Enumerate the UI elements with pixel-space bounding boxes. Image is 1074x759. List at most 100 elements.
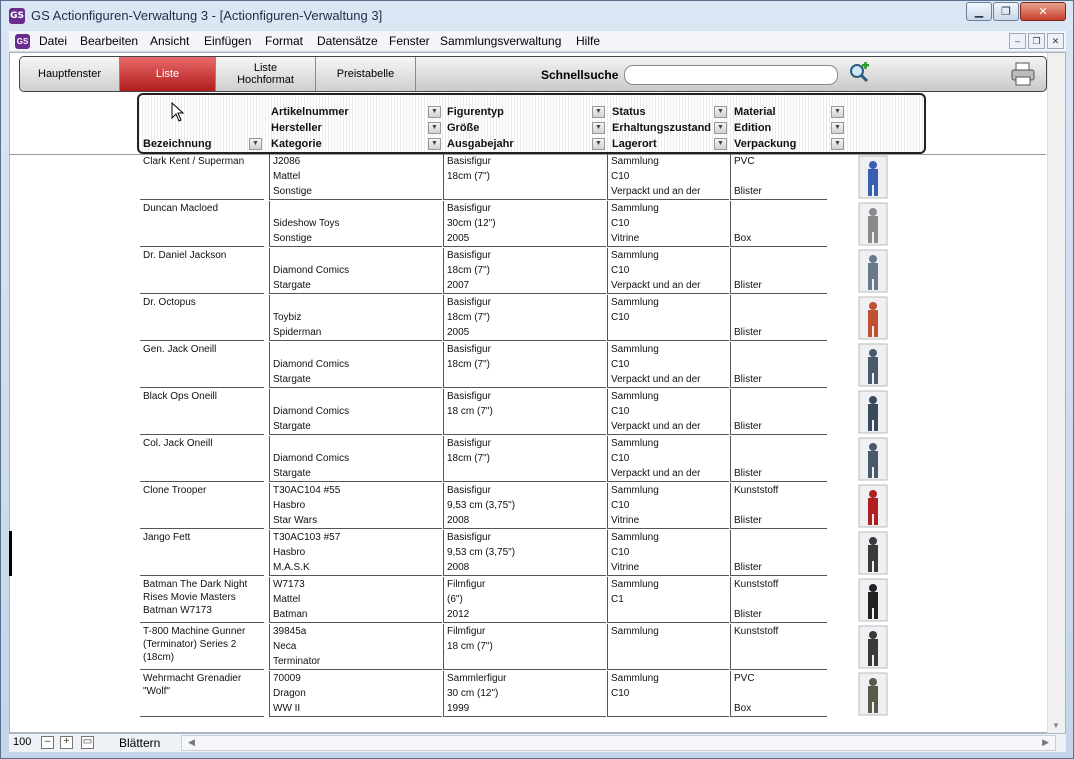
vertical-scrollbar[interactable]: ▼ (1047, 53, 1065, 734)
table-cell[interactable]: Blister (730, 248, 827, 294)
table-cell[interactable]: Basisfigur 9,53 cm (3,75") 2008 (443, 530, 606, 576)
liste-button[interactable]: Liste (120, 57, 216, 91)
quicksearch-input[interactable] (624, 65, 838, 85)
table-cell[interactable]: Kunststoff (730, 624, 827, 670)
table-cell[interactable]: 70009 Dragon WW II (269, 671, 442, 717)
menu-einfuegen[interactable]: Einfügen (204, 34, 251, 48)
sort-dropdown-icon[interactable]: ▼ (428, 138, 441, 150)
table-cell[interactable]: T30AC104 #55 Hasbro Star Wars (269, 483, 442, 529)
table-cell[interactable]: Blister (730, 295, 827, 341)
table-row[interactable]: Clark Kent / Superman J2086 Mattel Sonstige… (10, 154, 1046, 201)
table-cell[interactable]: W7173 Mattel Batman (269, 577, 442, 623)
menu-bearbeiten[interactable]: Bearbeiten (80, 34, 138, 48)
table-row[interactable]: Clone Trooper T30AC104 #55 Hasbro Star Wars… (10, 483, 1046, 530)
table-cell[interactable]: Clark Kent / Superman (140, 154, 264, 200)
table-cell[interactable]: Sammlung C10 Vitrine (607, 530, 729, 576)
figure-photo[interactable] (853, 343, 893, 387)
table-cell[interactable]: Blister (730, 436, 827, 482)
table-cell[interactable]: Black Ops Oneill (140, 389, 264, 435)
table-cell[interactable]: Clone Trooper (140, 483, 264, 529)
figure-photo[interactable] (853, 531, 893, 575)
horizontal-scrollbar[interactable]: ◀ ▶ (181, 735, 1056, 751)
table-cell[interactable]: Box (730, 201, 827, 247)
table-cell[interactable]: Batman The Dark Night Rises Movie Master… (140, 577, 264, 623)
table-cell[interactable]: Sammlung C10 (607, 295, 729, 341)
figure-photo[interactable] (853, 484, 893, 528)
sort-dropdown-icon[interactable]: ▼ (428, 106, 441, 118)
table-cell[interactable]: PVC Box (730, 671, 827, 717)
printer-icon[interactable] (1010, 61, 1036, 87)
table-row[interactable]: Dr. Octopus Toybiz Spiderman Basisfigur 18cm… (10, 295, 1046, 342)
sort-dropdown-icon[interactable]: ▼ (592, 122, 605, 134)
figure-photo[interactable] (853, 437, 893, 481)
table-cell[interactable]: Sideshow Toys Sonstige (269, 201, 442, 247)
scroll-left-icon[interactable]: ◀ (188, 737, 195, 748)
table-cell[interactable]: 39845a Neca Terminator (269, 624, 442, 670)
mdi-restore-button[interactable]: ❐ (1028, 33, 1045, 49)
table-cell[interactable]: Sammlung C10 Verpackt und an der (607, 248, 729, 294)
mdi-close-button[interactable]: ✕ (1047, 33, 1064, 49)
zoom-in-icon[interactable]: + (60, 736, 73, 749)
table-cell[interactable]: Basisfigur 18cm (7") (443, 342, 606, 388)
menu-datei[interactable]: Datei (39, 34, 67, 48)
table-cell[interactable]: Sammlung C10 Verpackt und an der (607, 389, 729, 435)
table-cell[interactable]: Basisfigur 18 cm (7") (443, 389, 606, 435)
table-cell[interactable]: Filmfigur (6") 2012 (443, 577, 606, 623)
scroll-right-icon[interactable]: ▶ (1042, 737, 1049, 748)
table-cell[interactable]: Basisfigur 18cm (7") (443, 436, 606, 482)
table-row[interactable]: Jango Fett T30AC103 #57 Hasbro M.A.S.K Basis… (10, 530, 1046, 577)
figure-photo[interactable] (853, 296, 893, 340)
table-cell[interactable]: Kunststoff Blister (730, 577, 827, 623)
table-cell[interactable]: Blister (730, 342, 827, 388)
table-cell[interactable]: Diamond Comics Stargate (269, 389, 442, 435)
table-cell[interactable]: Col. Jack Oneill (140, 436, 264, 482)
mode-label[interactable]: Blättern (119, 736, 160, 750)
scroll-down-icon[interactable]: ▼ (1052, 721, 1060, 730)
figure-photo[interactable] (853, 390, 893, 434)
table-cell[interactable]: Diamond Comics Stargate (269, 436, 442, 482)
table-cell[interactable]: T-800 Machine Gunner (Terminator) Series… (140, 624, 264, 670)
table-row[interactable]: Duncan Macloed Sideshow Toys Sonstige Basis… (10, 201, 1046, 248)
sort-dropdown-icon[interactable]: ▼ (249, 138, 262, 150)
sort-dropdown-icon[interactable]: ▼ (592, 106, 605, 118)
sort-dropdown-icon[interactable]: ▼ (714, 138, 727, 150)
preistabelle-button[interactable]: Preistabelle (316, 57, 416, 91)
app-icon[interactable]: GS (9, 8, 25, 24)
table-row[interactable]: Dr. Daniel Jackson Diamond Comics Stargate… (10, 248, 1046, 295)
table-cell[interactable]: Wehrmacht Grenadier "Wolf" (140, 671, 264, 717)
table-cell[interactable]: Sammlung C10 Vitrine (607, 201, 729, 247)
sort-dropdown-icon[interactable]: ▼ (714, 106, 727, 118)
table-row[interactable]: Batman The Dark Night Rises Movie Master… (10, 577, 1046, 624)
hauptfenster-button[interactable]: Hauptfenster (20, 57, 120, 91)
table-cell[interactable]: Basisfigur 18cm (7") (443, 154, 606, 200)
table-cell[interactable]: Dr. Daniel Jackson (140, 248, 264, 294)
sort-dropdown-icon[interactable]: ▼ (714, 122, 727, 134)
table-cell[interactable]: Basisfigur 30cm (12") 2005 (443, 201, 606, 247)
figure-photo[interactable] (853, 155, 893, 199)
menu-fenster[interactable]: Fenster (389, 34, 430, 48)
figure-photo[interactable] (853, 578, 893, 622)
table-cell[interactable]: Duncan Macloed (140, 201, 264, 247)
table-cell[interactable]: J2086 Mattel Sonstige (269, 154, 442, 200)
table-cell[interactable]: Basisfigur 18cm (7") 2005 (443, 295, 606, 341)
table-cell[interactable]: Kunststoff Blister (730, 483, 827, 529)
maximize-button[interactable]: ❐ (993, 2, 1019, 21)
mdi-minimize-button[interactable]: – (1009, 33, 1026, 49)
close-button[interactable]: ✕ (1020, 2, 1066, 21)
table-cell[interactable]: Sammlung (607, 624, 729, 670)
table-cell[interactable]: Filmfigur 18 cm (7") (443, 624, 606, 670)
zoom-level[interactable]: 100 (13, 736, 31, 748)
menu-datensaetze[interactable]: Datensätze (317, 34, 378, 48)
zoom-out-icon[interactable]: – (41, 736, 54, 749)
table-cell[interactable]: Sammlung C1 (607, 577, 729, 623)
figure-photo[interactable] (853, 625, 893, 669)
table-cell[interactable]: Blister (730, 389, 827, 435)
liste-hochformat-button[interactable]: Liste Hochformat (216, 57, 316, 91)
table-cell[interactable]: Sammlung C10 (607, 671, 729, 717)
menu-sammlungsverwaltung[interactable]: Sammlungsverwaltung (440, 34, 561, 48)
table-cell[interactable]: Jango Fett (140, 530, 264, 576)
menu-ansicht[interactable]: Ansicht (150, 34, 189, 48)
table-cell[interactable]: T30AC103 #57 Hasbro M.A.S.K (269, 530, 442, 576)
table-cell[interactable]: Dr. Octopus (140, 295, 264, 341)
document-icon[interactable]: GS (15, 34, 30, 49)
